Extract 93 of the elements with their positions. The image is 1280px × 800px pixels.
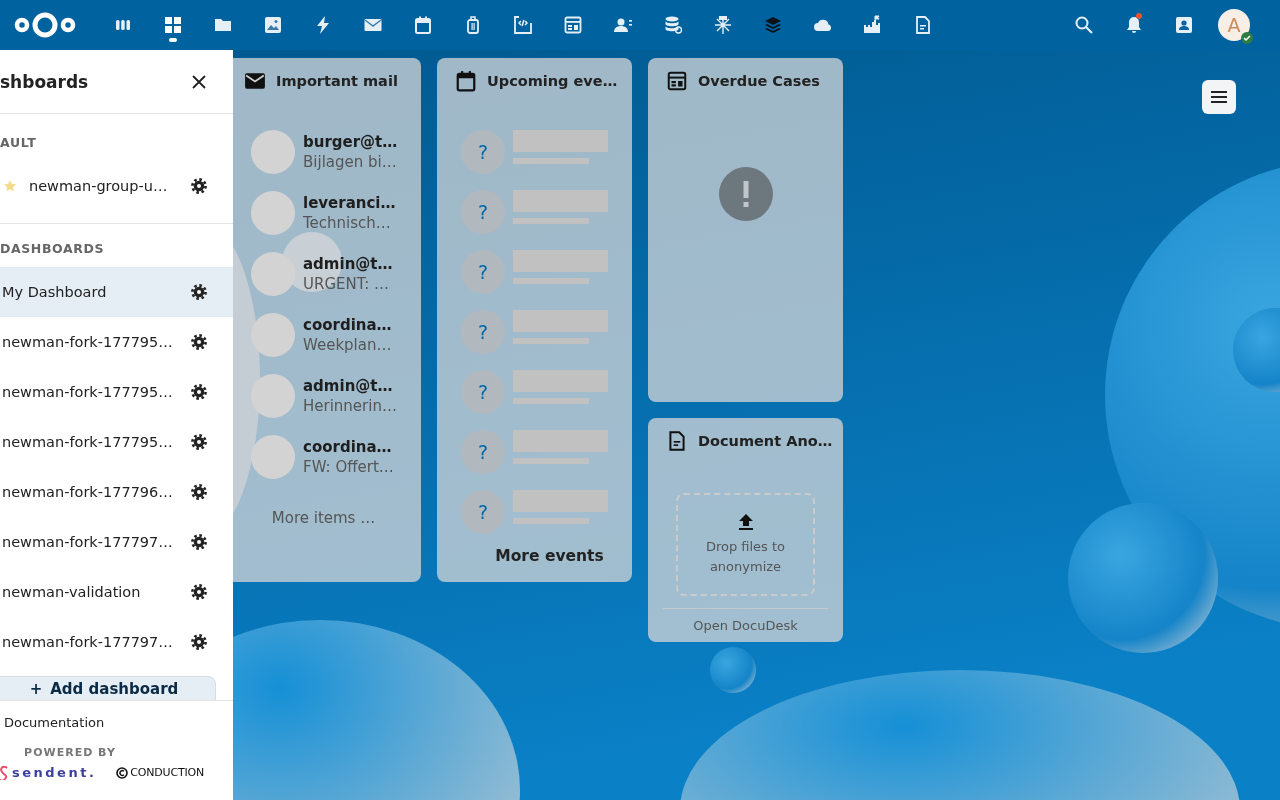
settings-icon[interactable]	[191, 534, 207, 550]
event-placeholder-icon: ?	[461, 250, 505, 294]
castle-icon	[863, 15, 883, 35]
dashboard-name: newman-fork-177797…	[2, 534, 174, 550]
document-icon	[666, 430, 688, 452]
mail-subject: Weekplan…	[303, 335, 392, 354]
sidebar-title: shboards	[0, 71, 90, 92]
widget-title: Important mail	[276, 73, 398, 89]
open-docudesk-link[interactable]: Open DocuDesk	[693, 618, 798, 633]
search-icon	[1074, 15, 1094, 35]
document-icon	[913, 15, 933, 35]
mail-subject: URGENT: …	[303, 274, 391, 293]
settings-icon[interactable]	[191, 434, 207, 450]
mail-subject: FW: Offert…	[303, 457, 394, 476]
dashboard-name: newman-fork-177795…	[2, 334, 174, 350]
dashboard-item[interactable]: newman-fork-177795…	[0, 367, 233, 417]
mail-sender[interactable]: coordina…	[303, 437, 394, 456]
mail-sender[interactable]: admin@t…	[303, 254, 393, 273]
sendent-logo[interactable]: sendent.	[0, 765, 97, 780]
dashboard-item[interactable]: newman-fork-177795…	[0, 317, 233, 367]
dashboard-item[interactable]: newman-fork-177797…	[0, 517, 233, 567]
section-label: AULT	[0, 134, 38, 152]
image-icon	[263, 15, 283, 35]
mail-subject: Bijlagen bi…	[303, 152, 398, 171]
more-events-link[interactable]: More events	[437, 547, 632, 565]
conduction-logo[interactable]: CONDUCTION	[116, 766, 204, 779]
calendar-icon	[413, 15, 433, 35]
mail-icon	[244, 70, 266, 92]
code-icon	[513, 15, 533, 35]
dashboard-item[interactable]: newman-validation	[0, 567, 233, 617]
logo-icon[interactable]	[14, 11, 76, 39]
dashboard-name: newman-fork-177795…	[2, 384, 174, 400]
powered-by-label: POWERED BY	[23, 746, 117, 759]
calendar-icon	[455, 70, 477, 92]
event-placeholder-icon: ?	[461, 310, 505, 354]
drop-hint: Drop files to anonymize	[704, 537, 787, 576]
event-placeholder-icon: ?	[461, 130, 505, 174]
more-items-link[interactable]: More items …	[271, 509, 376, 527]
dashboard-name: newman-fork-177796…	[2, 484, 174, 500]
avatar	[251, 129, 295, 174]
settings-icon[interactable]	[191, 334, 207, 350]
alert-icon	[718, 167, 773, 221]
documentation-link[interactable]: Documentation	[4, 715, 233, 730]
layers-icon	[763, 15, 783, 35]
add-dashboard-button[interactable]: + Add dashboard	[0, 676, 216, 700]
settings-icon[interactable]	[191, 178, 207, 194]
table-icon	[563, 15, 583, 35]
dashboard-item[interactable]: newman-group-u…	[0, 161, 233, 211]
settings-icon[interactable]	[191, 284, 207, 300]
dashboard-name: newman-fork-177797…	[2, 634, 174, 650]
bell-icon	[1124, 15, 1144, 35]
active-indicator	[169, 38, 177, 42]
mail-subject: Technisch…	[303, 213, 392, 232]
dashboard-name: newman-fork-177795…	[2, 434, 174, 450]
dashboard-icon	[163, 15, 183, 35]
event-placeholder-icon: ?	[461, 490, 505, 534]
dashboard-name: My Dashboard	[2, 284, 108, 300]
widget-title: Upcoming eve…	[487, 73, 618, 89]
dashboard-name: newman-validation	[2, 584, 142, 600]
dashboard-name: newman-group-u…	[29, 178, 169, 194]
menu-button[interactable]	[1202, 80, 1236, 114]
close-icon[interactable]	[191, 73, 207, 90]
database-icon	[663, 15, 683, 35]
settings-icon[interactable]	[191, 484, 207, 500]
mail-sender[interactable]: burger@t…	[303, 132, 398, 151]
menu-icon	[1211, 91, 1227, 103]
dashboard-item[interactable]: newman-fork-177796…	[0, 467, 233, 517]
drop-zone[interactable]: Drop files to anonymize	[676, 493, 815, 596]
avatar	[251, 434, 295, 479]
snowflake-icon	[713, 15, 733, 35]
upload-icon	[737, 512, 754, 531]
event-placeholder-icon: ?	[461, 370, 505, 414]
table-icon	[666, 70, 688, 92]
event-placeholder-icon: ?	[461, 430, 505, 474]
settings-icon[interactable]	[191, 384, 207, 400]
widget-title: Overdue Cases	[698, 73, 820, 89]
avatar	[251, 190, 295, 235]
contact-card-icon	[1174, 15, 1194, 35]
event-placeholder-icon: ?	[461, 190, 505, 234]
avatar	[251, 251, 295, 296]
avatar	[251, 312, 295, 357]
mail-sender[interactable]: coordina…	[303, 315, 392, 334]
settings-icon[interactable]	[191, 634, 207, 650]
widget-title: Document Ano…	[698, 433, 833, 449]
mail-sender[interactable]: leveranci…	[303, 193, 396, 212]
dashboard-item[interactable]: newman-fork-177797…	[0, 617, 233, 667]
mail-subject: Herinnerin…	[303, 396, 397, 415]
settings-icon[interactable]	[191, 584, 207, 600]
dashboard-item[interactable]: My Dashboard	[0, 267, 233, 317]
section-label: DASHBOARDS	[0, 240, 105, 258]
avatar	[251, 373, 295, 418]
mail-sender[interactable]: admin@t…	[303, 376, 397, 395]
dashboard-item[interactable]: newman-fork-177795…	[0, 417, 233, 467]
